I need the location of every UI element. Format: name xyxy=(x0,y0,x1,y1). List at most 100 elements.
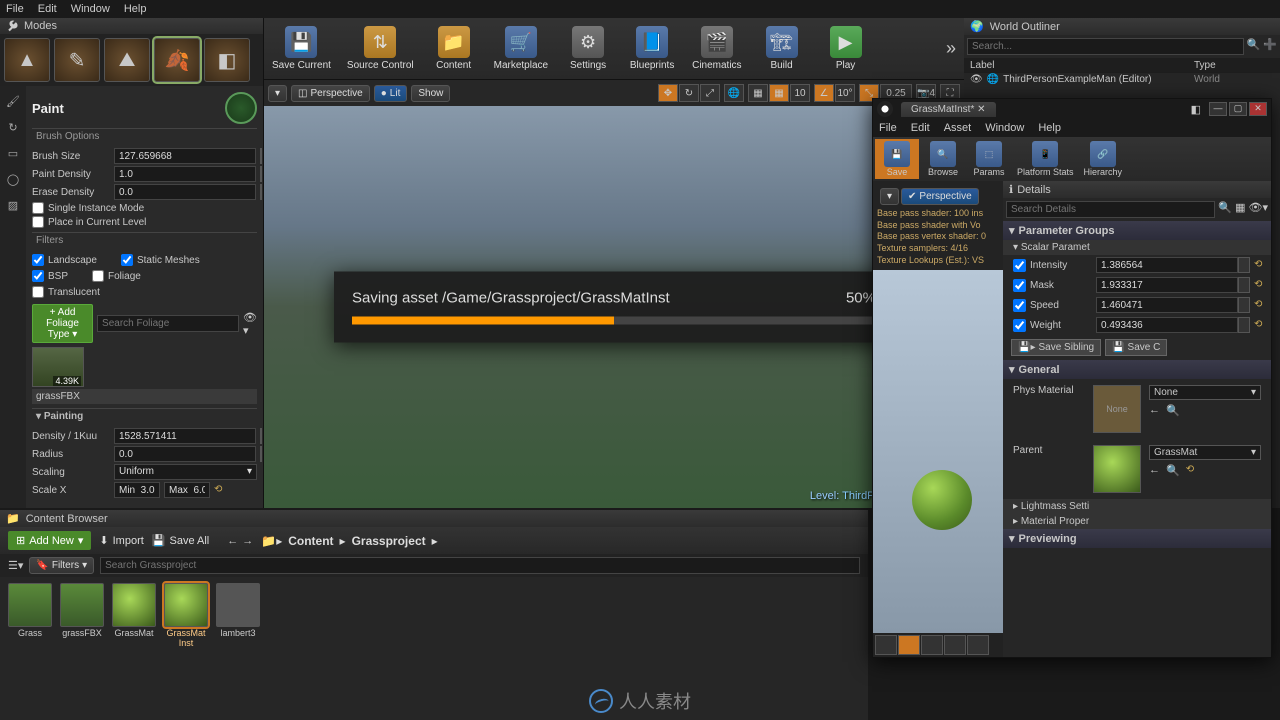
scalar-params-header[interactable]: ▾ Scalar Paramet xyxy=(1003,240,1271,255)
save-all-button[interactable]: 💾 Save All xyxy=(152,534,209,547)
radius-input[interactable] xyxy=(114,446,256,462)
scalex-min-input[interactable] xyxy=(114,482,160,498)
phys-mat-thumb[interactable]: None xyxy=(1093,385,1141,433)
mat-menu-help[interactable]: Help xyxy=(1038,122,1061,134)
paint-density-input[interactable] xyxy=(114,166,256,182)
toolbar-overflow-icon[interactable]: » xyxy=(946,38,956,59)
mat-menu-asset[interactable]: Asset xyxy=(944,122,972,134)
transform-move-icon[interactable]: ✥ xyxy=(658,84,678,102)
spinner-icon[interactable] xyxy=(1238,297,1250,313)
angle-snap-value[interactable]: 10° xyxy=(835,84,855,102)
translucent-checkbox[interactable] xyxy=(32,286,44,298)
menu-help[interactable]: Help xyxy=(124,3,147,15)
grid-snap-icon[interactable]: ▦ xyxy=(769,84,789,102)
param-value-input[interactable] xyxy=(1096,317,1238,333)
param-value-input[interactable] xyxy=(1096,297,1238,313)
param-value-input[interactable] xyxy=(1096,257,1238,273)
save-sibling-button[interactable]: 💾▸ Save Sibling xyxy=(1011,339,1101,356)
breadcrumb-content[interactable]: Content xyxy=(288,534,333,548)
lightmass-header[interactable]: ▸ Lightmass Setti xyxy=(1003,499,1271,514)
transform-scale-icon[interactable]: ⤢ xyxy=(700,84,720,102)
perspective-button[interactable]: ◫ Perspective xyxy=(291,85,370,102)
mat-perspective-button[interactable]: ✔ Perspective xyxy=(901,188,979,205)
scalex-max-input[interactable] xyxy=(164,482,210,498)
spinner-icon[interactable] xyxy=(260,184,262,200)
mat-menu-file[interactable]: File xyxy=(879,122,897,134)
settings-button[interactable]: ⚙Settings xyxy=(564,26,612,71)
foliage-thumb[interactable]: 4.39K xyxy=(32,347,84,387)
place-current-level-checkbox[interactable] xyxy=(32,216,44,228)
lit-button[interactable]: ● Lit xyxy=(374,85,408,102)
cube-icon[interactable] xyxy=(944,635,966,655)
scaling-dropdown[interactable]: Uniform▾ xyxy=(114,464,257,480)
viewport-menu-button[interactable]: ▾ xyxy=(268,85,287,102)
param-enable-checkbox[interactable] xyxy=(1013,299,1026,312)
single-instance-checkbox[interactable] xyxy=(32,202,44,214)
mat-view-menu[interactable]: ▾ xyxy=(880,188,899,205)
cylinder-icon[interactable] xyxy=(875,635,897,655)
browse-icon[interactable]: 🔍 xyxy=(1166,404,1180,417)
mat-preview-viewport[interactable] xyxy=(873,270,1003,633)
spinner-icon[interactable] xyxy=(260,166,262,182)
cinematics-button[interactable]: 🎬Cinematics xyxy=(692,26,741,71)
menu-file[interactable]: File xyxy=(6,3,24,15)
reset-icon[interactable]: ⟲ xyxy=(1254,259,1262,271)
mat-menubar[interactable]: File Edit Asset Window Help xyxy=(873,119,1271,137)
mode-geometry-icon[interactable]: ◧ xyxy=(204,38,250,82)
static-meshes-checkbox[interactable] xyxy=(121,254,133,266)
spinner-icon[interactable] xyxy=(1238,277,1250,293)
search-details-input[interactable] xyxy=(1006,201,1215,218)
spinner-icon[interactable] xyxy=(1238,317,1250,333)
search-icon[interactable]: 🔍 xyxy=(1218,201,1232,218)
spinner-icon[interactable] xyxy=(260,148,262,164)
details-tab[interactable]: ℹ Details xyxy=(1003,181,1271,198)
asset-item[interactable]: lambert3 xyxy=(214,583,262,649)
filters-button[interactable]: 🔖 Filters▾ xyxy=(29,557,94,574)
reset-icon[interactable]: ⟲ xyxy=(214,484,226,496)
previewing-header[interactable]: ▾ Previewing xyxy=(1003,529,1271,548)
landscape-checkbox[interactable] xyxy=(32,254,44,266)
menu-edit[interactable]: Edit xyxy=(38,3,57,15)
search-icon[interactable]: 🔍 xyxy=(1247,38,1261,55)
folder-icon[interactable]: 📁▸ xyxy=(261,534,282,548)
viewport-scene[interactable]: Level: ThirdPersonExampleM Saving asset … xyxy=(264,106,964,508)
outliner-search-input[interactable] xyxy=(967,38,1244,55)
build-button[interactable]: 🏗Build xyxy=(758,26,806,71)
coord-space-icon[interactable]: 🌐 xyxy=(724,84,744,102)
asset-item[interactable]: Grass xyxy=(6,583,54,649)
asset-item[interactable]: grassFBX xyxy=(58,583,106,649)
view-options-icon[interactable]: ☰▾ xyxy=(8,559,23,572)
spinner-icon[interactable] xyxy=(260,446,262,462)
lasso-icon[interactable]: ◯ xyxy=(4,170,22,188)
mode-paint-icon[interactable]: ✎ xyxy=(54,38,100,82)
eye-icon[interactable]: 👁 xyxy=(970,74,983,85)
eye-icon[interactable]: 👁▾ xyxy=(243,311,257,337)
viewport[interactable]: ▾ ◫ Perspective ● Lit Show ✥ ↻ ⤢ 🌐 ▦ ▦ 1… xyxy=(264,80,964,508)
sync-viewport-button[interactable] xyxy=(225,92,257,124)
parent-dropdown[interactable]: GrassMat▾ xyxy=(1149,445,1261,460)
mat-hierarchy-button[interactable]: 🔗Hierarchy xyxy=(1080,139,1127,179)
main-menubar[interactable]: File Edit Window Help xyxy=(0,0,1280,18)
outliner-row[interactable]: 👁🌐ThirdPersonExampleMan (Editor) World xyxy=(964,73,1280,86)
add-foliage-button[interactable]: + Add Foliage Type ▾ xyxy=(32,304,93,343)
phys-mat-dropdown[interactable]: None▾ xyxy=(1149,385,1261,400)
mode-landscape-icon[interactable]: ⛰ xyxy=(104,38,150,82)
param-enable-checkbox[interactable] xyxy=(1013,259,1026,272)
dock-icon[interactable]: ◧ xyxy=(1191,103,1201,116)
add-new-button[interactable]: ⊞ Add New ▾ xyxy=(8,531,91,550)
mat-titlebar[interactable]: GrassMatInst* ✕ ◧ — ▢ ✕ xyxy=(873,99,1271,119)
mat-tab[interactable]: GrassMatInst* ✕ xyxy=(901,102,996,117)
brush-size-input[interactable] xyxy=(114,148,256,164)
breadcrumb-grassproject[interactable]: Grassproject xyxy=(352,534,426,548)
save-child-button[interactable]: 💾 Save C xyxy=(1105,339,1167,356)
material-properties-header[interactable]: ▸ Material Proper xyxy=(1003,514,1271,529)
reset-icon[interactable]: ⟲ xyxy=(1254,319,1262,331)
browse-icon[interactable]: 🔍 xyxy=(1166,464,1180,477)
menu-window[interactable]: Window xyxy=(71,3,110,15)
content-button[interactable]: 📁Content xyxy=(430,26,478,71)
erase-density-input[interactable] xyxy=(114,184,256,200)
parameter-groups-header[interactable]: ▾ Parameter Groups xyxy=(1003,221,1271,240)
mat-params-button[interactable]: ⬚Params xyxy=(967,139,1011,179)
brush-icon[interactable]: 🖌 xyxy=(4,92,22,110)
blueprints-button[interactable]: 📘Blueprints xyxy=(628,26,676,71)
